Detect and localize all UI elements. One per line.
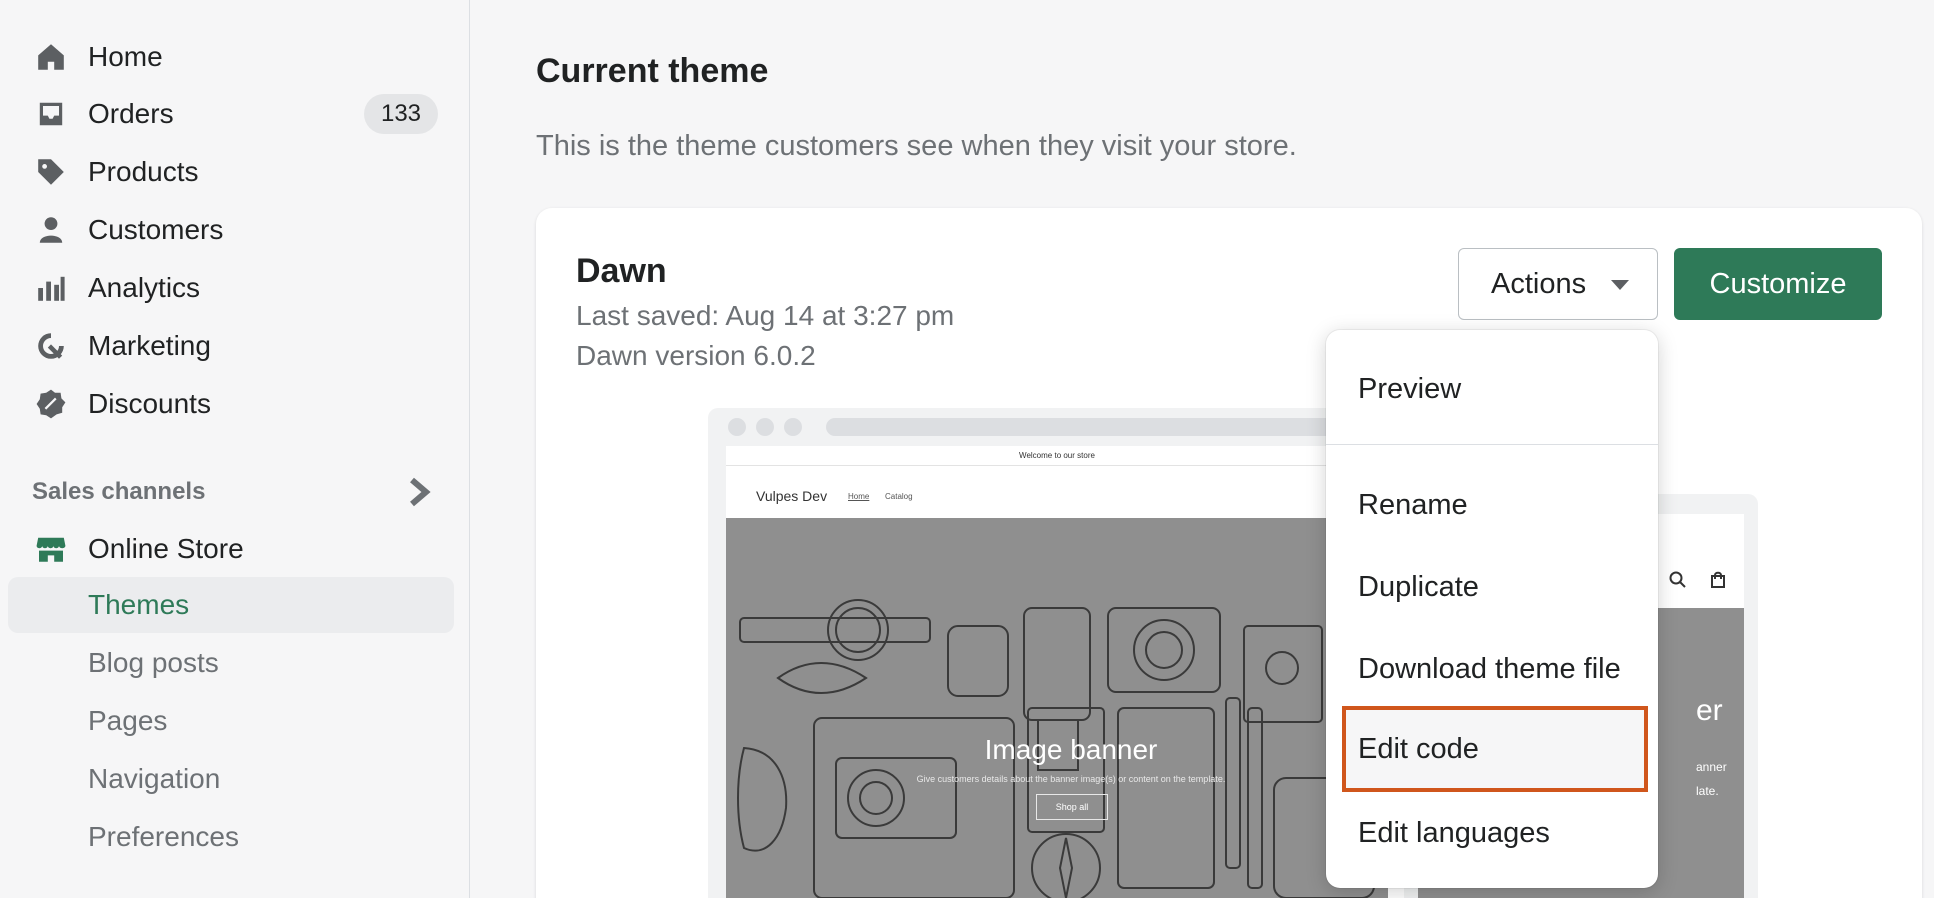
bar-chart-icon bbox=[34, 271, 68, 305]
nav-item-home[interactable]: Home bbox=[0, 32, 470, 82]
nav-label-analytics: Analytics bbox=[88, 272, 201, 303]
menu-item-label: Duplicate bbox=[1358, 570, 1479, 603]
sidebar-item-blog-posts[interactable]: Blog posts bbox=[8, 635, 454, 691]
menu-item-edit-code[interactable]: Edit code bbox=[1342, 706, 1648, 792]
actions-menu: Preview Rename Duplicate Download theme … bbox=[1326, 330, 1658, 888]
nav-label-products: Products bbox=[88, 156, 199, 187]
actions-button-label: Actions bbox=[1491, 267, 1587, 300]
person-icon bbox=[34, 213, 68, 247]
nav-label-marketing: Marketing bbox=[88, 330, 211, 361]
nav-label-online-store: Online Store bbox=[88, 533, 244, 564]
window-dot bbox=[728, 418, 746, 436]
chevron-right-icon[interactable] bbox=[404, 476, 432, 508]
nav-item-discounts[interactable]: Discounts bbox=[0, 379, 470, 429]
target-icon bbox=[34, 329, 68, 363]
window-dot bbox=[756, 418, 774, 436]
mobile-banner-desc-fragment: late. bbox=[1696, 784, 1719, 798]
sidebar-item-themes[interactable]: Themes bbox=[8, 577, 454, 633]
menu-item-label: Preview bbox=[1358, 372, 1462, 405]
sidebar-item-pages[interactable]: Pages bbox=[8, 693, 454, 749]
sidebar: Home Orders 133 Products Customers Analy… bbox=[0, 0, 470, 898]
customize-button[interactable]: Customize bbox=[1674, 248, 1882, 320]
nav-item-online-store[interactable]: Online Store bbox=[0, 524, 470, 574]
sales-channels-label: Sales channels bbox=[32, 478, 206, 505]
menu-item-label: Rename bbox=[1358, 488, 1468, 521]
image-banner bbox=[726, 518, 1388, 898]
discount-icon bbox=[34, 387, 68, 421]
menu-item-download-theme-file[interactable]: Download theme file bbox=[1326, 634, 1658, 704]
mobile-banner-desc-fragment: anner bbox=[1696, 760, 1727, 774]
sidebar-item-label: Preferences bbox=[88, 821, 239, 852]
nav-label-discounts: Discounts bbox=[88, 388, 211, 419]
menu-item-label: Edit languages bbox=[1358, 816, 1550, 849]
actions-button[interactable]: Actions bbox=[1458, 248, 1658, 320]
tag-icon bbox=[34, 155, 68, 189]
nav-item-marketing[interactable]: Marketing bbox=[0, 321, 470, 371]
cart-icon bbox=[1708, 570, 1728, 590]
sidebar-item-navigation[interactable]: Navigation bbox=[8, 751, 454, 807]
page-subtitle: This is the theme customers see when the… bbox=[536, 130, 1297, 162]
inbox-icon bbox=[34, 97, 68, 131]
home-icon bbox=[34, 40, 68, 74]
nav-label-customers: Customers bbox=[88, 214, 224, 245]
orders-count-badge: 133 bbox=[364, 94, 438, 134]
banner-title: Image banner bbox=[984, 734, 1158, 765]
theme-preview-desktop: Welcome to our store Vulpes Dev Home Cat… bbox=[708, 408, 1388, 898]
caret-down-icon bbox=[1611, 280, 1629, 290]
nav-label-home: Home bbox=[88, 41, 163, 72]
menu-item-preview[interactable]: Preview bbox=[1326, 354, 1658, 424]
menu-item-rename[interactable]: Rename bbox=[1326, 470, 1658, 540]
nav-item-orders[interactable]: Orders 133 bbox=[0, 89, 470, 139]
sidebar-item-label: Navigation bbox=[88, 763, 221, 794]
banner-shop-all-button: Shop all bbox=[1036, 794, 1108, 820]
sidebar-item-label: Themes bbox=[88, 589, 190, 620]
nav-label-orders: Orders bbox=[88, 98, 174, 129]
banner-description: Give customers details about the banner … bbox=[916, 774, 1226, 784]
mobile-banner-title-fragment: er bbox=[1696, 694, 1723, 727]
store-icon bbox=[34, 532, 68, 566]
menu-divider bbox=[1326, 444, 1658, 445]
preview-page: Welcome to our store Vulpes Dev Home Cat… bbox=[726, 446, 1388, 898]
current-theme-card: Dawn Last saved: Aug 14 at 3:27 pm Dawn … bbox=[536, 208, 1922, 898]
preview-nav-catalog: Catalog bbox=[885, 492, 913, 501]
sidebar-item-label: Pages bbox=[88, 705, 168, 736]
nav-item-analytics[interactable]: Analytics bbox=[0, 263, 470, 313]
page-title: Current theme bbox=[536, 52, 769, 90]
menu-item-edit-languages[interactable]: Edit languages bbox=[1326, 798, 1658, 868]
announcement-bar: Welcome to our store bbox=[726, 446, 1388, 466]
sidebar-item-preferences[interactable]: Preferences bbox=[8, 809, 454, 865]
theme-version: Dawn version 6.0.2 bbox=[576, 340, 816, 371]
url-bar bbox=[826, 418, 1366, 436]
store-name: Vulpes Dev bbox=[756, 488, 828, 504]
menu-item-label: Edit code bbox=[1358, 732, 1479, 765]
theme-name: Dawn bbox=[576, 252, 667, 290]
preview-nav-home: Home bbox=[848, 492, 870, 501]
nav-item-products[interactable]: Products bbox=[0, 147, 470, 197]
nav-item-customers[interactable]: Customers bbox=[0, 205, 470, 255]
search-icon bbox=[1668, 570, 1688, 590]
menu-item-duplicate[interactable]: Duplicate bbox=[1326, 552, 1658, 622]
sidebar-item-label: Blog posts bbox=[88, 647, 219, 678]
banner-illustration bbox=[737, 599, 1375, 898]
theme-last-saved: Last saved: Aug 14 at 3:27 pm bbox=[576, 300, 955, 331]
window-dot bbox=[784, 418, 802, 436]
menu-item-label: Download theme file bbox=[1358, 652, 1621, 685]
